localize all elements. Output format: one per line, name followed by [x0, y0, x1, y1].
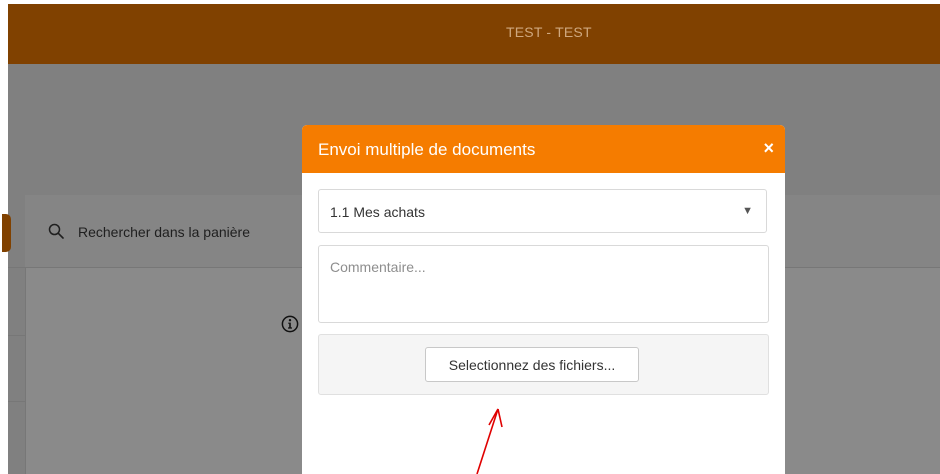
multi-document-upload-dialog: Envoi multiple de documents × 1.1 Mes ac… — [302, 125, 785, 474]
category-select[interactable]: 1.1 Mes achats ▼ — [318, 189, 767, 233]
comment-field[interactable] — [318, 245, 769, 323]
category-select-value: 1.1 Mes achats — [330, 204, 425, 220]
file-upload-area: Selectionnez des fichiers... — [318, 334, 769, 395]
background-list-dividers — [8, 267, 25, 474]
info-icon — [281, 315, 299, 333]
dialog-title: Envoi multiple de documents — [318, 140, 536, 159]
search-icon — [48, 223, 64, 239]
select-files-button[interactable]: Selectionnez des fichiers... — [425, 347, 639, 382]
app-header: TEST - TEST — [8, 4, 940, 64]
chevron-down-icon[interactable]: ▼ — [742, 205, 753, 217]
annotation-arrow-icon — [476, 408, 503, 474]
close-icon[interactable]: × — [763, 138, 774, 158]
app-title: TEST - TEST — [506, 24, 592, 40]
background-side-tab — [2, 214, 11, 252]
dialog-header: Envoi multiple de documents × — [302, 125, 785, 173]
background-search-text: Rechercher dans la panière — [78, 224, 250, 240]
